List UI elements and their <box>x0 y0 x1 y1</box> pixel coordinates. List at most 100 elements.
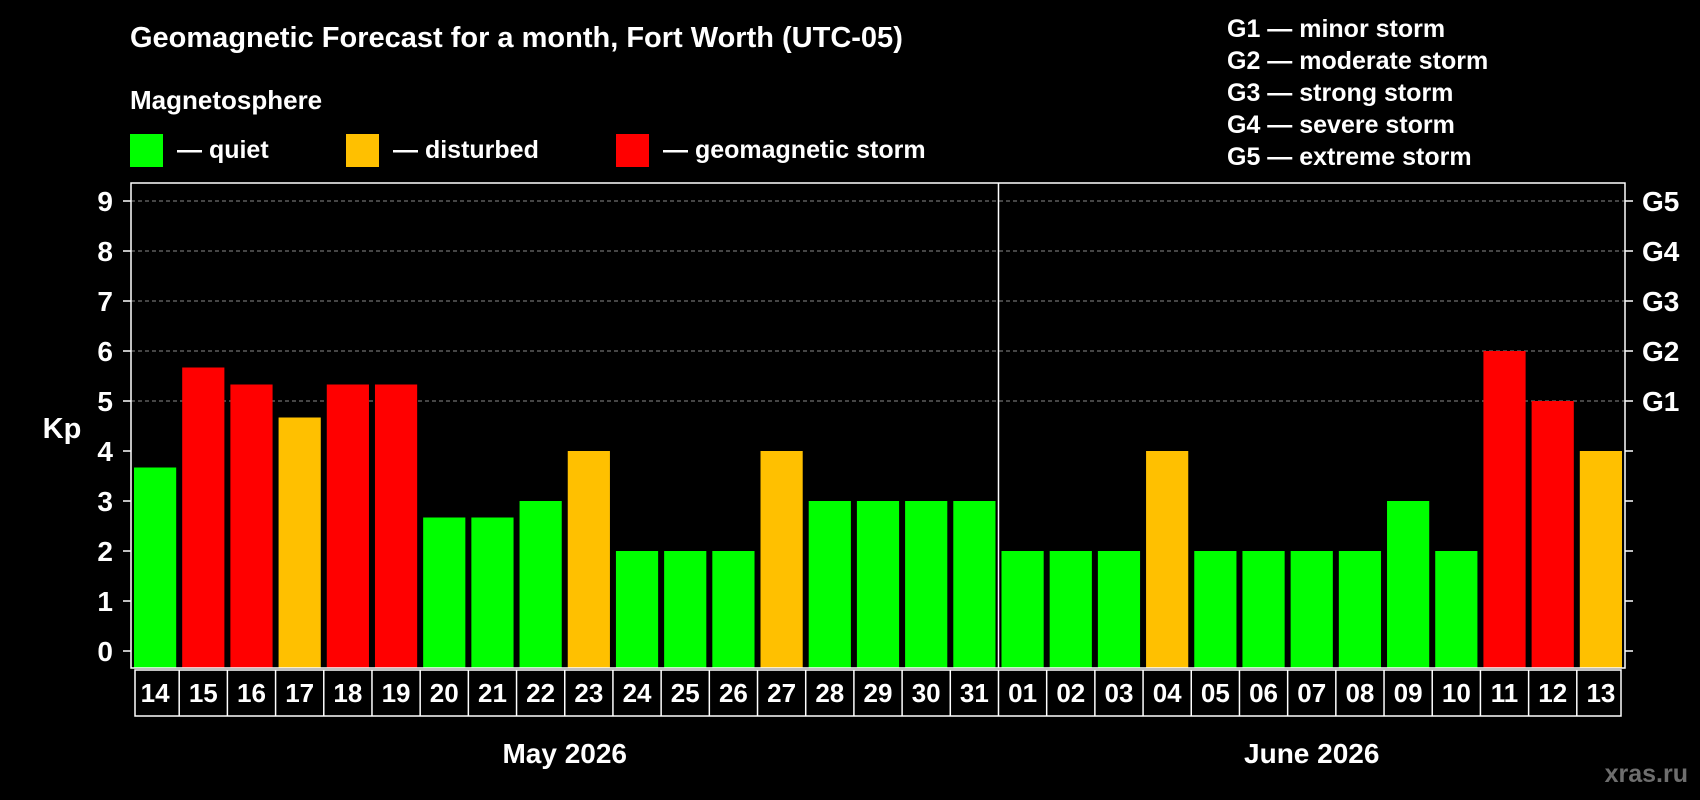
storm-scale-g1: G1 — minor storm <box>1227 15 1445 43</box>
right-axis-label-g4: G4 <box>1642 236 1680 267</box>
day-label-01: 01 <box>1008 678 1037 708</box>
bar-04 <box>1146 451 1189 668</box>
bar-11 <box>1483 351 1526 668</box>
day-label-09: 09 <box>1394 678 1423 708</box>
bar-15 <box>182 367 225 668</box>
day-label-15: 15 <box>189 678 218 708</box>
storm-scale-legend: G1 — minor storm G2 — moderate storm G3 … <box>1227 15 1488 171</box>
bar-12 <box>1531 401 1574 668</box>
bar-25 <box>664 551 707 668</box>
day-label-12: 12 <box>1538 678 1567 708</box>
bar-30 <box>905 501 948 668</box>
day-label-21: 21 <box>478 678 507 708</box>
geomagnetic-chart: Geomagnetic Forecast for a month, Fort W… <box>43 15 1688 788</box>
legend-swatch-quiet <box>130 134 163 167</box>
day-label-07: 07 <box>1297 678 1326 708</box>
grid-lines <box>131 200 1625 402</box>
right-axis-label-g5: G5 <box>1642 186 1679 217</box>
day-label-08: 08 <box>1345 678 1374 708</box>
bar-27 <box>760 451 803 668</box>
storm-scale-g3: G3 — strong storm <box>1227 79 1453 107</box>
x-axis-day-labels: 14 15 16 17 18 19 20 21 22 23 24 25 26 27 28 29 30 31 01 02… <box>134 669 1622 717</box>
y-tick-label: 9 <box>97 186 113 217</box>
bar-24 <box>615 551 659 668</box>
bar-09 <box>1387 501 1430 668</box>
day-label-04: 04 <box>1153 678 1182 708</box>
bars <box>134 351 1622 668</box>
day-label-18: 18 <box>333 678 362 708</box>
day-label-27: 27 <box>767 678 796 708</box>
day-label-25: 25 <box>671 678 700 708</box>
legend-heading: Magnetosphere <box>130 85 322 115</box>
day-label-28: 28 <box>815 678 844 708</box>
right-axis-storm-levels: G1 G2 G3 G4 G5 <box>1642 186 1680 417</box>
bar-16 <box>230 384 273 668</box>
y-tick-label: 1 <box>97 586 113 617</box>
storm-scale-g5: G5 — extreme storm <box>1227 143 1472 171</box>
day-label-16: 16 <box>237 678 266 708</box>
day-label-17: 17 <box>285 678 314 708</box>
day-label-10: 10 <box>1442 678 1471 708</box>
bar-13 <box>1579 451 1622 668</box>
day-label-29: 29 <box>864 678 893 708</box>
bar-20 <box>423 517 466 668</box>
day-label-23: 23 <box>574 678 603 708</box>
month-labels: May 2026 June 2026 <box>502 738 1379 769</box>
y-tick-label: 6 <box>97 336 113 367</box>
month-label-1: June 2026 <box>1244 738 1379 769</box>
bar-02 <box>1049 551 1092 668</box>
day-label-22: 22 <box>526 678 555 708</box>
day-label-14: 14 <box>141 678 170 708</box>
day-label-05: 05 <box>1201 678 1230 708</box>
day-label-31: 31 <box>960 678 989 708</box>
y-tick-label: 5 <box>97 386 113 417</box>
bar-29 <box>856 501 900 668</box>
y-tick-label: 0 <box>97 636 113 667</box>
y-tick-label: 2 <box>97 536 113 567</box>
legend-label-disturbed: — disturbed <box>393 136 539 164</box>
right-axis-label-g1: G1 <box>1642 386 1679 417</box>
legend-swatch-disturbed <box>346 134 379 167</box>
legend: — quiet — disturbed — geomagnetic storm <box>130 134 926 167</box>
day-label-03: 03 <box>1105 678 1134 708</box>
bar-26 <box>712 551 755 668</box>
bar-14 <box>134 467 177 668</box>
chart-title: Geomagnetic Forecast for a month, Fort W… <box>130 22 903 54</box>
watermark: xras.ru <box>1605 760 1688 788</box>
bar-05 <box>1194 551 1237 668</box>
day-label-26: 26 <box>719 678 748 708</box>
storm-scale-g4: G4 — severe storm <box>1227 111 1455 139</box>
day-label-06: 06 <box>1249 678 1278 708</box>
y-tick-label: 4 <box>97 436 113 467</box>
month-label-0: May 2026 <box>502 738 627 769</box>
legend-swatch-storm <box>616 134 649 167</box>
day-label-30: 30 <box>912 678 941 708</box>
day-label-24: 24 <box>623 678 652 708</box>
bar-08 <box>1338 551 1382 668</box>
bar-28 <box>808 501 851 668</box>
bar-03 <box>1097 551 1141 668</box>
day-label-13: 13 <box>1586 678 1615 708</box>
bar-31 <box>953 501 996 668</box>
y-tick-label: 3 <box>97 486 113 517</box>
y-tick-label: 7 <box>97 286 113 317</box>
bar-19 <box>374 384 418 668</box>
bar-22 <box>519 501 562 668</box>
day-label-19: 19 <box>382 678 411 708</box>
storm-scale-g2: G2 — moderate storm <box>1227 47 1488 75</box>
bar-21 <box>471 517 514 668</box>
bar-23 <box>567 451 610 668</box>
bar-18 <box>326 384 369 668</box>
y-axis-label: Kp <box>43 413 82 445</box>
day-label-20: 20 <box>430 678 459 708</box>
day-label-02: 02 <box>1056 678 1085 708</box>
day-label-11: 11 <box>1491 678 1519 708</box>
legend-label-storm: — geomagnetic storm <box>663 136 926 164</box>
right-axis-label-g2: G2 <box>1642 336 1679 367</box>
bar-01 <box>1001 551 1044 668</box>
y-tick-label: 8 <box>97 236 113 267</box>
bar-07 <box>1290 551 1333 668</box>
legend-label-quiet: — quiet <box>177 136 269 164</box>
bar-10 <box>1435 551 1478 668</box>
right-axis-label-g3: G3 <box>1642 286 1679 317</box>
